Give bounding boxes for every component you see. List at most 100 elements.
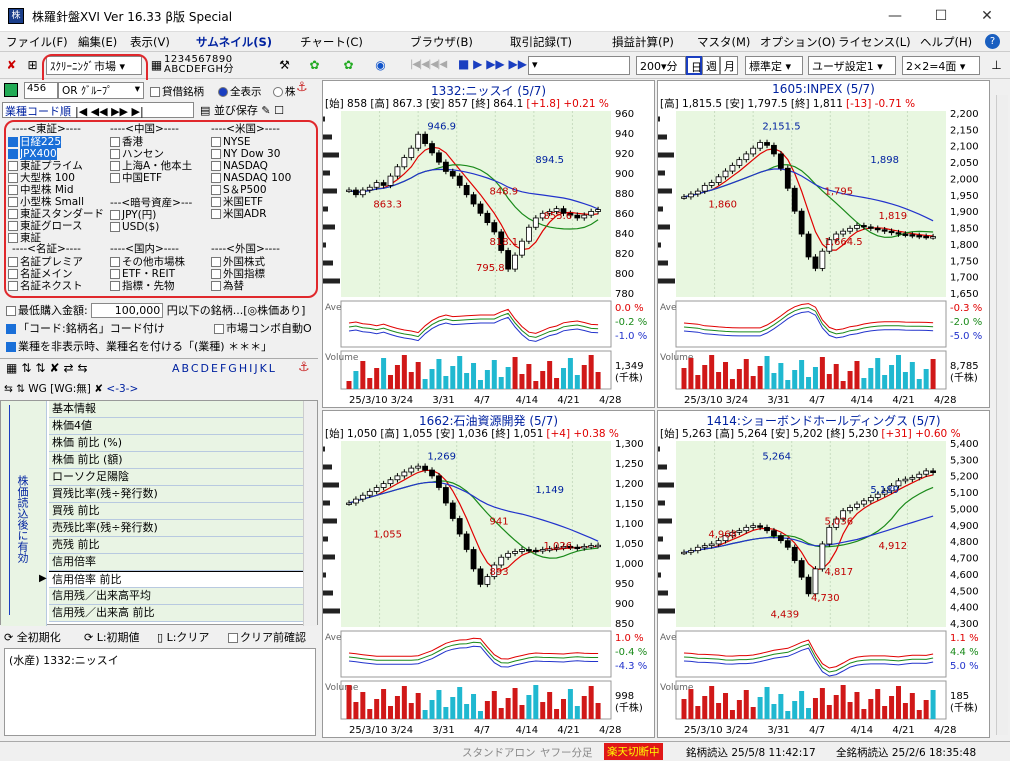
chart-scrollbar[interactable] xyxy=(996,95,1008,735)
menu-browser[interactable]: ブラウザ(B) xyxy=(410,34,473,50)
menu-help[interactable]: ヘルプ(H) xyxy=(920,34,972,50)
alpha-buttons[interactable]: ABCDEFGHIJKL xyxy=(172,362,277,375)
show-other-radio[interactable]: 株 xyxy=(273,84,296,99)
pin2-icon[interactable]: ⚓ xyxy=(298,360,310,375)
menu-view[interactable]: 表示(V) xyxy=(130,34,170,50)
code-name-checkbox[interactable]: 「コード:銘柄名」コード付け xyxy=(6,320,165,336)
volume-bar xyxy=(581,696,587,719)
volume-bar xyxy=(526,695,532,719)
reset-l-button[interactable]: ⟳ L:初期値 xyxy=(84,629,140,645)
volume-bar xyxy=(729,710,735,719)
menu-master[interactable]: マスタ(M) xyxy=(697,34,750,50)
volume-bar xyxy=(394,365,400,389)
grid-row[interactable]: 買残比率(残÷発行数) xyxy=(49,486,303,503)
volume-bar xyxy=(360,361,366,389)
indicator-value: 1.1 % xyxy=(950,633,979,644)
volume-bar xyxy=(895,355,901,389)
month-button[interactable]: 月 xyxy=(720,56,738,75)
volume-bar xyxy=(464,704,470,719)
grid-layout-select[interactable]: 2×2=4面 ▾ xyxy=(902,56,980,75)
hide-sector-checkbox[interactable]: 業種を非表示時、業種名を付ける「(業種) ＊＊＊」 xyxy=(6,338,272,354)
period-select[interactable]: 200▾分 xyxy=(636,56,686,75)
or-group-select[interactable]: OR ｸﾞﾙｰﾌﾟ ▾ xyxy=(58,82,144,99)
menu-option[interactable]: オプション(O) xyxy=(760,34,836,50)
grid-row[interactable]: 買残 前比 xyxy=(49,503,303,520)
digit-buttons[interactable]: 1234567890 ABCDEFGH分 xyxy=(164,55,234,75)
grid-row[interactable]: 株価4値 xyxy=(49,418,303,435)
grid-row[interactable]: 信用残／出来高平均 xyxy=(49,588,303,605)
chart-panel[interactable]: 1605:INPEX (5/7) [高] 1,815.5 [安] 1,797.5 … xyxy=(657,80,990,408)
lending-checkbox[interactable]: 貸借銘柄 xyxy=(150,84,204,99)
grid-row[interactable]: 信用残／出来高 前比 xyxy=(49,605,303,622)
tool-icon-a[interactable]: ⚒ xyxy=(276,57,293,74)
y-tick-label: 1,750 xyxy=(950,256,979,267)
min-buy-row[interactable]: 最低購入金額: 100,000 円以下の銘柄...[◎株価あり] xyxy=(6,302,305,318)
grid-row[interactable]: 売残比率(残÷発行数) xyxy=(49,520,303,537)
market-combo-checkbox[interactable]: 市場コンボ自動O xyxy=(214,320,312,336)
minimize-button[interactable]: — xyxy=(872,0,918,32)
grid-icon[interactable]: ▦ xyxy=(148,57,165,74)
help-icon[interactable]: ? xyxy=(985,34,1000,49)
menu-edit[interactable]: 編集(E) xyxy=(78,34,117,50)
step-back-icons[interactable]: |◀|◀|◀|◀ xyxy=(410,59,447,70)
standard-select[interactable]: 標準定 ▾ xyxy=(745,56,803,75)
clear-l-button[interactable]: ▯ L:クリア xyxy=(157,629,209,645)
menu-file[interactable]: ファイル(F) xyxy=(6,34,68,50)
grid-row[interactable]: 信用倍率 前比 xyxy=(49,571,303,588)
candlestick xyxy=(757,525,764,528)
menu-pl-calc[interactable]: 損益計算(P) xyxy=(612,34,674,50)
menu-thumbnail[interactable]: サムネイル(S) xyxy=(196,34,272,50)
x-tick-label: 4/14 xyxy=(851,725,873,736)
grid-row[interactable]: 基本情報 xyxy=(49,401,303,418)
pin-panel-icon[interactable]: ⚓ xyxy=(296,80,308,95)
chart-svg: 5,400 5,300 5,200 5,100 5,000 4,900 4,800 4,700… xyxy=(658,439,979,736)
user-setting-select[interactable]: ユーザ設定1 ▾ xyxy=(808,56,896,75)
volume-scale: (千株) xyxy=(950,371,978,384)
menu-trade-record[interactable]: 取引記録(T) xyxy=(510,34,572,50)
volume-bar xyxy=(833,695,839,719)
tool-icon-c[interactable]: ✿ xyxy=(340,57,357,74)
grid-scrollbar[interactable] xyxy=(303,401,317,626)
reset-all-button[interactable]: ⟳ 全初期化 xyxy=(4,629,61,645)
grid-row[interactable]: 信用倍率 xyxy=(49,554,303,571)
volume-bar xyxy=(695,375,701,389)
tool-icon-b[interactable]: ✿ xyxy=(306,57,323,74)
pin-icon[interactable]: ⊥ xyxy=(988,57,1005,74)
playback-controls[interactable]: ■ ▶ ▶▶ ▶▶| xyxy=(458,57,531,71)
grid-row[interactable]: 株価 前比 (%) xyxy=(49,435,303,452)
volume-bar xyxy=(792,370,798,389)
maximize-button[interactable]: ☐ xyxy=(918,0,964,32)
count-field[interactable]: 456 xyxy=(24,82,58,99)
sort-save-button[interactable]: ▤ 並び保存 ✎ ☐ xyxy=(200,102,284,118)
candlestick xyxy=(681,196,687,199)
grid-row[interactable]: 売残 前比 xyxy=(49,537,303,554)
clear-before-checkbox[interactable]: クリア前確認 xyxy=(228,629,306,645)
add-icon[interactable]: ⊞ xyxy=(24,57,41,74)
grid-row[interactable]: ローソク足陽陰 xyxy=(49,469,303,486)
grid-row[interactable]: 株価 前比 (額) xyxy=(49,452,303,469)
sort-order-select[interactable]: 業種コード順 |◀ ◀◀ ▶▶ ▶| xyxy=(2,102,194,118)
volume-bar xyxy=(916,379,922,389)
show-all-radio[interactable]: 全表示 xyxy=(218,84,262,99)
menu-chart[interactable]: チャート(C) xyxy=(300,34,363,50)
volume-bar xyxy=(408,703,414,719)
price-annotation: 1,795 xyxy=(825,187,854,198)
volume-bar xyxy=(401,686,407,719)
globe-icon[interactable]: ◉ xyxy=(372,57,389,74)
volume-bar xyxy=(819,688,825,719)
item-tool-icons[interactable]: ▦⇅⇅✘⇄⇆ xyxy=(6,361,92,375)
y-tick-label: 1,050 xyxy=(615,539,644,550)
chart-panel[interactable]: 1414:ショーボンドホールディングス (5/7) [始] 5,263 [高] 5… xyxy=(657,410,990,738)
menu-license[interactable]: ライセンス(L) xyxy=(838,34,911,50)
close-x-icon[interactable]: ✘ xyxy=(3,57,20,74)
wg-row[interactable]: ⇆ ⇅ WG [WG:無] ✘ <-3-> xyxy=(4,381,138,396)
chart-panel[interactable]: 1662:石油資源開発 (5/7) [始] 1,050 [高] 1,055 [安]… xyxy=(322,410,655,738)
chart-title[interactable]: 1605:INPEX (5/7) xyxy=(658,82,989,96)
day-button[interactable]: 日 xyxy=(686,56,702,75)
close-button[interactable]: ✕ xyxy=(964,0,1010,32)
price-annotation: 1,055 xyxy=(373,530,402,541)
chart-panel[interactable]: 1332:ニッスイ (5/7) [始] 858 [高] 867.3 [安] 857… xyxy=(322,80,655,408)
volume-bar xyxy=(716,372,722,389)
stock-select[interactable]: ▾ xyxy=(528,56,630,75)
week-button[interactable]: 週 xyxy=(702,56,720,75)
